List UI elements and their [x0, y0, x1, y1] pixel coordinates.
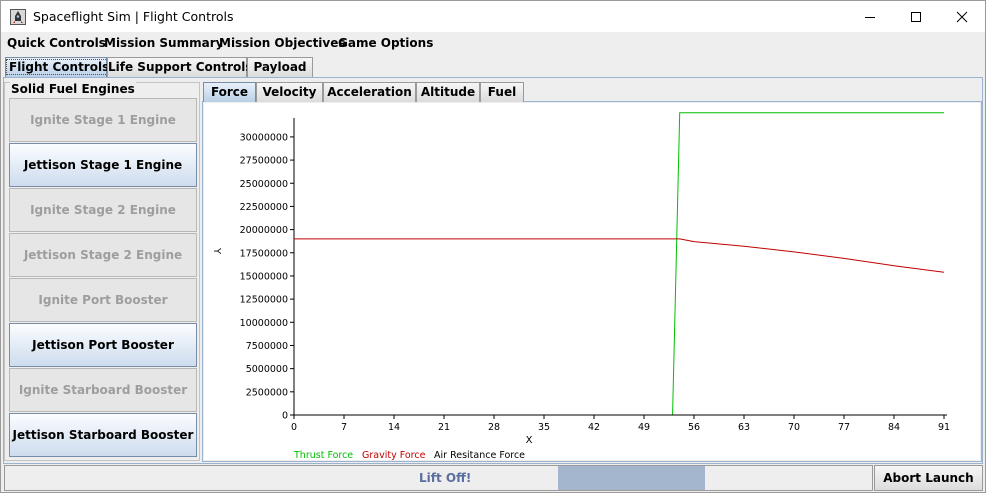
y-tick-label: 0 — [282, 411, 288, 422]
tab-force[interactable]: Force — [203, 82, 256, 102]
x-tick-label: 21 — [438, 422, 450, 433]
y-tick-label: 22500000 — [240, 202, 288, 213]
y-axis-label: Y — [211, 247, 222, 255]
launch-progress-fill — [558, 466, 705, 490]
ignite-starboard-booster-button[interactable]: Ignite Starboard Booster — [9, 368, 197, 412]
x-tick-label: 42 — [588, 422, 600, 433]
x-axis-label: X — [526, 435, 533, 446]
title-bar[interactable]: Spaceflight Sim | Flight Controls — [1, 1, 985, 32]
jettison-starboard-booster-button[interactable]: Jettison Starboard Booster — [9, 413, 197, 457]
x-tick-label: 70 — [788, 422, 800, 433]
tab-acceleration[interactable]: Acceleration — [323, 82, 416, 102]
abort-launch-button[interactable]: Abort Launch — [874, 465, 983, 491]
ignite-port-booster-button[interactable]: Ignite Port Booster — [9, 278, 197, 322]
maximize-icon — [911, 11, 921, 22]
rocket-icon — [10, 9, 26, 25]
y-tick-label: 2500000 — [246, 387, 288, 398]
y-tick-label: 5000000 — [246, 364, 288, 375]
app-window: Spaceflight Sim | Flight Controls Quick … — [0, 0, 986, 493]
legend-entry: Gravity Force — [362, 450, 426, 460]
close-icon — [956, 11, 968, 22]
y-tick-label: 25000000 — [240, 179, 288, 190]
y-tick-label: 20000000 — [240, 225, 288, 236]
menu-mission-summary[interactable]: Mission Summary — [104, 36, 223, 50]
solid-fuel-engines-title: Solid Fuel Engines — [10, 82, 136, 96]
x-tick-label: 7 — [341, 422, 347, 433]
tab-payload[interactable]: Payload — [247, 57, 313, 77]
y-tick-label: 10000000 — [240, 318, 288, 329]
y-tick-label: 12500000 — [240, 295, 288, 306]
close-button[interactable] — [939, 1, 985, 32]
x-tick-label: 77 — [838, 422, 850, 433]
menu-mission-objectives[interactable]: Mission Objectives — [219, 36, 346, 50]
jettison-stage-2-button[interactable]: Jettison Stage 2 Engine — [9, 233, 197, 277]
x-tick-label: 35 — [538, 422, 550, 433]
y-tick-label: 15000000 — [240, 271, 288, 282]
x-tick-label: 91 — [938, 422, 950, 433]
series-line-gravity-force — [294, 238, 945, 273]
x-tick-label: 14 — [388, 422, 400, 433]
x-tick-label: 49 — [638, 422, 650, 433]
force-chart-area: 0 2500000 5000000 7500000 10000000 12500000 15… — [204, 103, 980, 461]
lift-off-label: Lift Off! — [419, 471, 472, 485]
x-tick-label: 56 — [688, 422, 700, 433]
ignite-stage-2-button[interactable]: Ignite Stage 2 Engine — [9, 188, 197, 232]
force-chart: 0 2500000 5000000 7500000 10000000 12500000 15… — [211, 112, 950, 461]
maximize-button[interactable] — [893, 1, 939, 32]
y-tick-label: 30000000 — [240, 132, 288, 143]
x-tick-label: 28 — [488, 422, 500, 433]
menu-bar: Quick Controls Mission Summary Mission O… — [1, 32, 985, 54]
y-tick-label: 27500000 — [240, 156, 288, 167]
jettison-stage-1-button[interactable]: Jettison Stage 1 Engine — [9, 143, 197, 187]
legend-entry: Air Resitance Force — [434, 450, 525, 460]
ignite-stage-1-button[interactable]: Ignite Stage 1 Engine — [9, 98, 197, 142]
y-tick-label: 17500000 — [240, 248, 288, 259]
tab-altitude[interactable]: Altitude — [416, 82, 480, 102]
window-title: Spaceflight Sim | Flight Controls — [33, 9, 234, 24]
jettison-port-booster-button[interactable]: Jettison Port Booster — [9, 323, 197, 367]
menu-game-options[interactable]: Game Options — [338, 36, 433, 50]
x-tick-label: 84 — [888, 422, 900, 433]
minimize-icon — [865, 16, 875, 18]
tab-life-support-controls[interactable]: Life Support Controls — [107, 57, 253, 77]
legend-entry: Thrust Force — [293, 450, 353, 460]
minimize-button[interactable] — [847, 1, 893, 32]
tab-fuel[interactable]: Fuel — [480, 82, 524, 102]
tab-flight-controls[interactable]: Flight Controls — [5, 57, 113, 77]
x-tick-label: 0 — [291, 422, 297, 433]
y-tick-label: 7500000 — [246, 341, 288, 352]
series-line-thrust-force — [294, 112, 944, 416]
x-tick-label: 63 — [738, 422, 750, 433]
menu-quick-controls[interactable]: Quick Controls — [7, 36, 106, 50]
tab-velocity[interactable]: Velocity — [256, 82, 323, 102]
